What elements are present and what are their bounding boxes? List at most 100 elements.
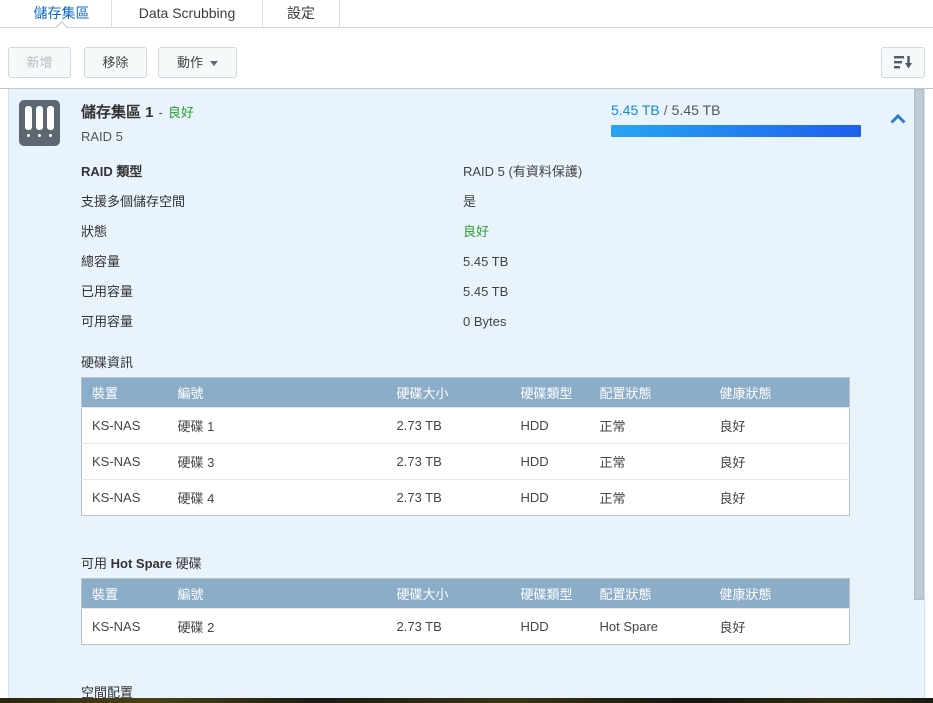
add-button[interactable]: 新增 — [8, 47, 71, 78]
column-number: 編號 — [167, 578, 387, 609]
pool-status-badge: 良好 — [167, 105, 194, 120]
tab-settings-label: 設定 — [287, 5, 315, 21]
tab-bar: 儲存集區 Data Scrubbing 設定 — [0, 0, 933, 34]
capacity-progress-bar — [611, 125, 861, 137]
column-health-status: 健康狀態 — [709, 578, 850, 609]
cell-type: HDD — [510, 479, 590, 516]
tab-settings[interactable]: 設定 — [263, 0, 340, 28]
storage-pool-panel[interactable]: 儲存集區 1- 良好 RAID 5 5.45 TB/5.45 TB RAID 類… — [8, 89, 925, 703]
capacity-text: 5.45 TB/5.45 TB — [611, 102, 861, 118]
cell-size: 2.73 TB — [386, 608, 511, 645]
cell-type: HDD — [510, 608, 590, 645]
tab-data-scrubbing-label: Data Scrubbing — [138, 5, 236, 21]
drive-bay — [25, 106, 32, 146]
cell-allocation-status: 正常 — [589, 443, 710, 480]
detail-value: RAID 5 (有資料保護) — [463, 164, 583, 179]
detail-label: 已用容量 — [81, 284, 134, 299]
cell-allocation-status: Hot Spare — [589, 608, 710, 645]
detail-value: 0 Bytes — [463, 314, 507, 329]
column-allocation-status: 配置狀態 — [589, 578, 710, 609]
detail-label: RAID 類型 — [81, 164, 143, 179]
detail-value: 5.45 TB — [463, 284, 509, 299]
cell-size: 2.73 TB — [386, 443, 511, 480]
cell-type: HDD — [510, 443, 590, 480]
cell-number: 硬碟 2 — [167, 608, 387, 645]
column-device: 裝置 — [81, 578, 168, 609]
action-button-label: 動作 — [176, 55, 203, 70]
hot-spare-title-suffix: 硬碟 — [172, 556, 202, 571]
hot-spare-table: 裝置 編號 硬碟大小 硬碟類型 配置狀態 健康狀態 KS-NAS 硬碟 2 2.… — [81, 578, 850, 645]
detail-row-free-capacity: 可用容量 0 Bytes — [81, 312, 924, 342]
detail-label: 可用容量 — [81, 314, 134, 329]
cell-number: 硬碟 3 — [167, 443, 387, 480]
table-row: KS-NAS 硬碟 3 2.73 TB HDD 正常 良好 — [81, 443, 850, 480]
cell-size: 2.73 TB — [386, 479, 511, 516]
toolbar: 新增 移除 動作 — [0, 29, 933, 88]
detail-label: 總容量 — [81, 254, 121, 269]
tab-data-scrubbing[interactable]: Data Scrubbing — [112, 0, 263, 28]
detail-row-status: 狀態 良好 — [81, 222, 924, 252]
pool-list-area: 儲存集區 1- 良好 RAID 5 5.45 TB/5.45 TB RAID 類… — [0, 88, 933, 703]
storage-manager-screen: 儲存集區 Data Scrubbing 設定 新增 移除 動作 儲存集區 1 -… — [0, 0, 933, 703]
column-type: 硬碟類型 — [510, 578, 590, 609]
cell-device: KS-NAS — [81, 608, 168, 645]
capacity-block: 5.45 TB/5.45 TB — [611, 102, 861, 137]
collapse-panel-button[interactable] — [889, 113, 909, 127]
hot-spare-title-prefix: 可用 — [81, 556, 111, 571]
screen-bottom-edge — [0, 698, 933, 703]
column-health-status: 健康狀態 — [709, 377, 850, 408]
detail-label: 狀態 — [81, 224, 108, 239]
add-button-label: 新增 — [26, 55, 53, 70]
cell-health-status: 良好 — [709, 443, 850, 480]
capacity-total: 5.45 TB — [671, 102, 721, 118]
capacity-divider: / — [663, 102, 668, 118]
cell-type: HDD — [510, 407, 590, 444]
cell-allocation-status: 正常 — [589, 479, 710, 516]
detail-row-multi-volume: 支援多個儲存空間 是 — [81, 192, 924, 222]
column-type: 硬碟類型 — [510, 377, 590, 408]
pool-raid-type: RAID 5 — [81, 129, 123, 144]
remove-button[interactable]: 移除 — [84, 47, 147, 78]
column-size: 硬碟大小 — [386, 578, 511, 609]
cell-allocation-status: 正常 — [589, 407, 710, 444]
pool-title-separator: - — [158, 105, 163, 120]
pool-header: 儲存集區 1- 良好 RAID 5 5.45 TB/5.45 TB — [9, 89, 924, 155]
detail-row-raid-type: RAID 類型 RAID 5 (有資料保護) — [81, 162, 924, 192]
column-size: 硬碟大小 — [386, 377, 511, 408]
hot-spare-header-row: 裝置 編號 硬碟大小 硬碟類型 配置狀態 健康狀態 — [81, 578, 850, 609]
sort-descending-icon — [893, 55, 912, 69]
cell-size: 2.73 TB — [386, 407, 511, 444]
drive-bays-icon — [19, 100, 60, 146]
cell-health-status: 良好 — [709, 479, 850, 516]
capacity-used: 5.45 TB — [611, 102, 660, 118]
detail-label: 支援多個儲存空間 — [81, 194, 186, 209]
action-menu-button[interactable]: 動作 — [158, 47, 237, 78]
table-row: KS-NAS 硬碟 2 2.73 TB HDD Hot Spare 良好 — [81, 608, 850, 645]
cell-health-status: 良好 — [709, 608, 850, 645]
disk-info-header-row: 裝置 編號 硬碟大小 硬碟類型 配置狀態 健康狀態 — [81, 377, 850, 408]
space-allocation-section-title: 空間配置 — [81, 685, 134, 700]
sort-button[interactable] — [881, 47, 925, 78]
cell-number: 硬碟 4 — [167, 479, 387, 516]
vertical-scrollbar-thumb[interactable] — [914, 89, 924, 600]
detail-value: 是 — [463, 194, 477, 209]
pool-details: RAID 類型 RAID 5 (有資料保護) 支援多個儲存空間 是 狀態 良好 … — [81, 162, 924, 342]
detail-value-status: 良好 — [463, 224, 490, 239]
disk-info-table: 裝置 編號 硬碟大小 硬碟類型 配置狀態 健康狀態 KS-NAS 硬碟 1 2.… — [81, 377, 850, 516]
remove-button-label: 移除 — [102, 55, 129, 70]
column-device: 裝置 — [81, 377, 168, 408]
cell-number: 硬碟 1 — [167, 407, 387, 444]
cell-device: KS-NAS — [81, 407, 168, 444]
cell-device: KS-NAS — [81, 479, 168, 516]
detail-value: 5.45 TB — [463, 254, 509, 269]
drive-bay — [36, 106, 43, 146]
detail-row-used-capacity: 已用容量 5.45 TB — [81, 282, 924, 312]
column-number: 編號 — [167, 377, 387, 408]
cell-health-status: 良好 — [709, 407, 850, 444]
caret-down-icon — [210, 61, 218, 66]
table-row: KS-NAS 硬碟 4 2.73 TB HDD 正常 良好 — [81, 479, 850, 516]
pool-title: 儲存集區 1 — [81, 104, 154, 121]
detail-row-total-capacity: 總容量 5.45 TB — [81, 252, 924, 282]
cell-device: KS-NAS — [81, 443, 168, 480]
chevron-up-icon — [890, 113, 906, 124]
